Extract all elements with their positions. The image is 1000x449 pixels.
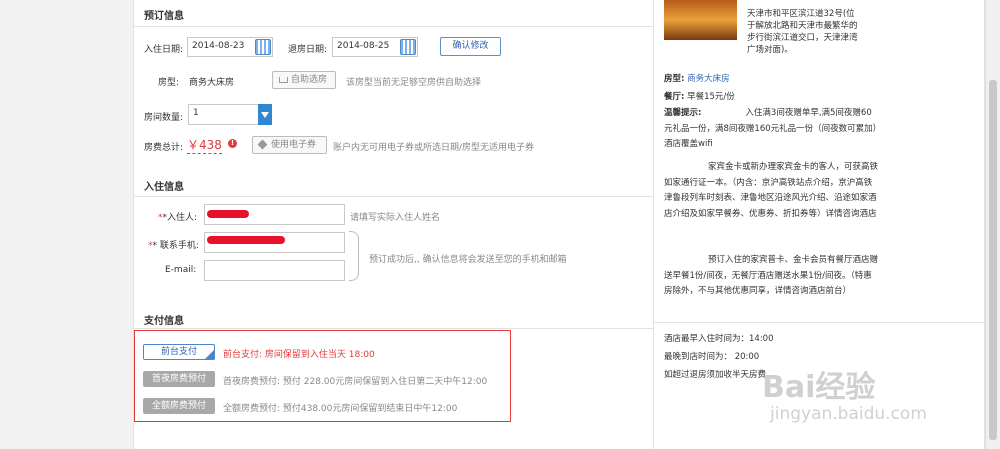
prepay-first-night-button[interactable]: 首夜房费预付 — [143, 371, 215, 387]
self-select-room-button[interactable]: 自助选房 — [272, 71, 336, 89]
checkout-date-input[interactable]: 2014-08-25 — [332, 37, 418, 57]
notify-note: 预订成功后,, 确认信息将会发送至您的手机和邮箱 — [369, 255, 567, 265]
self-select-label: 自助选房 — [291, 75, 328, 85]
checkout-label: 退房日期: — [288, 45, 328, 55]
divider — [134, 328, 654, 329]
guest-name-hint: 请填写实际入住人姓名 — [350, 213, 441, 223]
booking-form: 预订信息 入住日期: 2014-08-23 退房日期: 2014-08-25 确… — [133, 0, 654, 449]
checkin-date-value: 2014-08-23 — [192, 41, 245, 51]
calendar-icon[interactable] — [400, 39, 416, 55]
checkout-date-value: 2014-08-25 — [337, 41, 390, 51]
info-icon[interactable]: ! — [228, 139, 237, 148]
self-select-note: 该房型当前无足够空房供自助选择 — [346, 78, 482, 88]
scrollbar[interactable] — [985, 0, 1000, 449]
email-input[interactable] — [204, 260, 345, 281]
divider — [654, 322, 985, 323]
latest-arrival: 最晚到店时间为： 20:00 — [664, 352, 760, 362]
redaction-mark — [207, 210, 249, 218]
total-price: ￥438 — [187, 138, 222, 154]
phone-label: ** 联系手机: — [148, 241, 199, 251]
prepay-first-night-desc: 首夜房费预付: 预付 228.00元房间保留到入住日第二天中午12:00 — [223, 377, 488, 387]
tips-paragraph-2: 家宾金卡或新办理家宾金卡的客人，可获高铁如家通行证一本。（内含：京沪高铁站点介绍… — [664, 162, 879, 219]
room-count-select[interactable]: 1 — [188, 104, 272, 125]
tag-icon — [257, 139, 268, 150]
tips-block: 温馨提示: 入住满3间夜赠单早,满5间夜赠60元礼品一份，满8间夜赠160元礼品一… — [664, 108, 877, 149]
checkin-label: 入住日期: — [144, 45, 184, 55]
watermark-url: jingyan.baidu.com — [770, 404, 927, 424]
room-count-value: 1 — [193, 108, 199, 118]
calendar-icon[interactable] — [255, 39, 271, 55]
brace-icon — [349, 231, 359, 281]
side-room-link[interactable]: 商务大床房 — [687, 74, 730, 84]
baidu-watermark: Bai经验 — [762, 370, 876, 405]
checkin-date-input[interactable]: 2014-08-23 — [187, 37, 273, 57]
divider — [134, 196, 654, 197]
use-voucher-label: 使用电子券 — [271, 140, 317, 150]
room-count-label: 房间数量: — [144, 113, 184, 123]
room-type-label: 房型: — [158, 78, 180, 88]
redaction-mark — [207, 236, 285, 244]
hotel-photo[interactable] — [664, 0, 737, 40]
bed-icon — [279, 76, 288, 83]
guest-section-title: 入住信息 — [144, 182, 184, 193]
guest-name-label: **入住人: — [158, 213, 198, 223]
side-room-row: 房型: 商务大床房 — [664, 74, 730, 84]
pay-at-hotel-button[interactable]: 前台支付 — [143, 344, 215, 360]
pay-at-hotel-desc: 前台支付: 房间保留到入住当天 18:00 — [223, 350, 375, 360]
side-breakfast-row: 餐厅: 早餐15元/份 — [664, 92, 735, 102]
payment-section-title: 支付信息 — [144, 316, 184, 327]
divider — [134, 26, 654, 27]
room-type-value: 商务大床房 — [189, 78, 235, 88]
total-label: 房费总计: — [144, 143, 184, 153]
prepay-full-desc: 全额房费预付: 预付438.00元房间保留到结束日中午12:00 — [223, 404, 458, 414]
tips-paragraph-3: 预订入住的家宾普卡、金卡会员有餐厅酒店赠送早餐1份/间夜，无餐厅酒店赠送水果1份… — [664, 255, 879, 296]
hotel-address: 天津市和平区滨江道32号(位于解放北路和天津市最繁华的步行街滨江道交口，天津津湾… — [747, 9, 858, 55]
dropdown-arrow-icon[interactable] — [258, 104, 272, 125]
booking-section-title: 预订信息 — [144, 11, 184, 22]
selected-corner-icon — [205, 350, 214, 359]
scrollbar-thumb[interactable] — [989, 80, 997, 440]
confirm-change-button[interactable]: 确认修改 — [440, 37, 501, 56]
prepay-full-button[interactable]: 全额房费预付 — [143, 398, 215, 414]
earliest-checkin: 酒店最早入住时间为：14:00 — [664, 334, 774, 344]
email-label: E-mail: — [165, 265, 197, 275]
voucher-note: 账户内无可用电子券或所选日期/房型无适用电子券 — [333, 143, 535, 153]
use-voucher-button[interactable]: 使用电子券 — [252, 136, 327, 154]
late-checkout-note: 如超过退房须加收半天房费 — [664, 370, 767, 380]
